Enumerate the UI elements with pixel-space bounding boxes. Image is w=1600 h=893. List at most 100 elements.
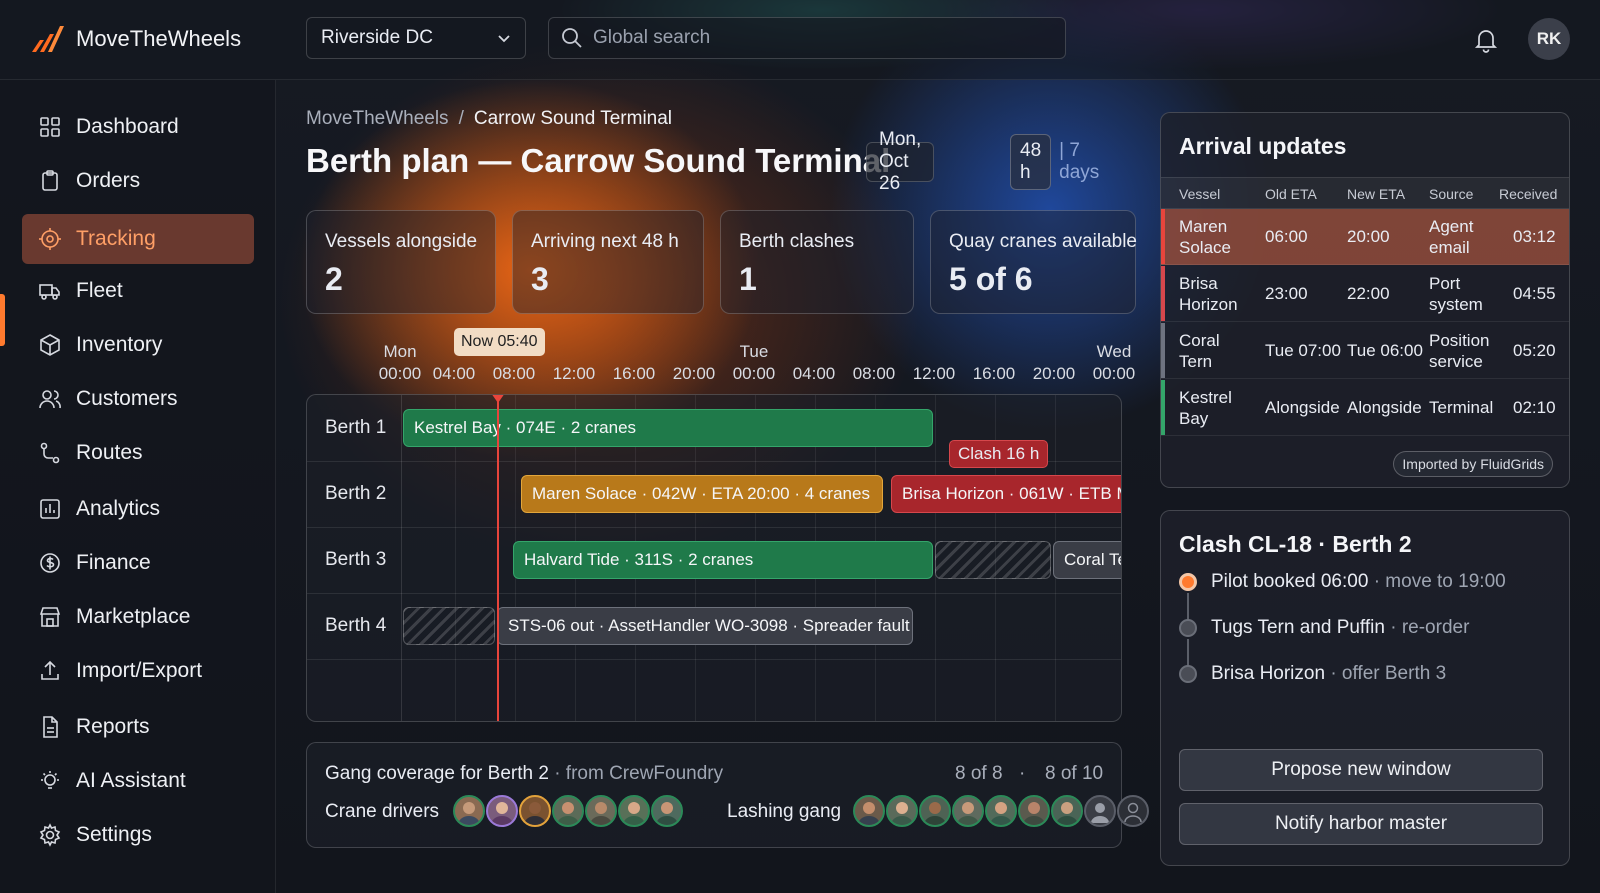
notify-harbor-master-button[interactable]: Notify harbor master (1179, 803, 1543, 845)
crane-driver-count: 8 of 8 (955, 763, 1003, 784)
crew-avatar[interactable] (618, 795, 650, 827)
search-input[interactable] (593, 27, 1033, 49)
sidebar-item-label: Tracking (76, 227, 156, 250)
kpi-arriving[interactable]: Arriving next 48 h 3 (512, 210, 704, 314)
clash-step-tugs[interactable]: Tugs Tern and Puffin · re-order (1179, 617, 1469, 639)
search-icon (562, 28, 582, 48)
empty-slot-avatar[interactable] (1117, 795, 1149, 827)
clash-title: Clash CL-18 · Berth 2 (1179, 531, 1412, 557)
vessel-bar-coral-tern[interactable]: Coral Tern (1053, 541, 1121, 579)
old-eta: 06:00 (1265, 227, 1308, 246)
sidebar-item-import-export[interactable]: Import/Export (22, 646, 254, 696)
table-header: Vessel Old ETA New ETA Source Received (1161, 177, 1569, 209)
arrival-updates-title: Arrival updates (1179, 133, 1347, 159)
table-row[interactable]: Kestrel Bay Alongside Alongside Terminal… (1161, 380, 1569, 436)
crew-avatar[interactable] (585, 795, 617, 827)
vessel-name-line1: Kestrel (1179, 388, 1232, 407)
clash-step-pilot[interactable]: Pilot booked 06:00 · move to 19:00 (1179, 571, 1506, 593)
col-received: Received (1499, 186, 1558, 202)
sidebar-item-label: Import/Export (76, 659, 203, 682)
sidebar-item-fleet[interactable]: Fleet (22, 266, 254, 316)
truck-icon (39, 284, 60, 300)
user-avatar[interactable]: RK (1528, 18, 1570, 60)
table-row[interactable]: Coral Tern Tue 07:00 Tue 06:00 Position … (1161, 323, 1569, 379)
col-vessel: Vessel (1179, 186, 1221, 202)
kpi-value: 5 of 6 (949, 261, 1033, 297)
sidebar-item-finance[interactable]: Finance (22, 538, 254, 588)
date-picker[interactable]: Mon, Oct 26 (866, 129, 935, 194)
sidebar-item-label: Analytics (76, 497, 161, 520)
day-label: Wed (1096, 342, 1132, 361)
gang-coverage-card: Gang coverage for Berth 2 · from CrewFou… (306, 742, 1149, 848)
crew-avatar[interactable] (886, 795, 918, 827)
sidebar-item-routes[interactable]: Routes (22, 428, 254, 478)
count-separator: · (1019, 763, 1026, 784)
crew-avatar[interactable] (853, 795, 885, 827)
berth-label-4: Berth 4 (325, 615, 387, 636)
vessel-bar-brisa-horizon[interactable]: Brisa Horizon · 061W · ETB Mon (891, 475, 1121, 513)
row-marker (1161, 266, 1165, 321)
range-7days[interactable]: | 7 days (1059, 140, 1099, 184)
sidebar-item-dashboard[interactable]: Dashboard (22, 102, 254, 152)
crew-avatar[interactable] (1018, 795, 1050, 827)
kpi-value: 2 (325, 261, 343, 297)
crew-avatar[interactable] (519, 795, 551, 827)
logo-icon (32, 26, 64, 52)
sidebar-item-inventory[interactable]: Inventory (22, 320, 254, 370)
crane-driver-avatars (453, 795, 684, 827)
site-select[interactable]: Riverside DC (306, 17, 526, 59)
kpi-vessels-alongside[interactable]: Vessels alongside 2 (306, 210, 496, 314)
new-eta: Tue 06:00 (1347, 341, 1423, 360)
crew-avatar[interactable] (952, 795, 984, 827)
global-search[interactable] (548, 17, 1066, 59)
crew-avatar[interactable] (1051, 795, 1083, 827)
clash-tag[interactable]: Clash 16 h (949, 440, 1049, 468)
maintenance-bar-sts-06[interactable]: STS-06 out · AssetHandler WO-3098 · Spre… (497, 607, 913, 645)
sidebar-item-orders[interactable]: Orders (22, 156, 254, 206)
tick-label: 04:00 (432, 364, 476, 383)
app-logo[interactable]: MoveTheWheels (30, 24, 241, 54)
crew-avatar[interactable] (919, 795, 951, 827)
blocked-window (935, 541, 1051, 579)
crew-avatar[interactable] (552, 795, 584, 827)
upload-icon (41, 660, 59, 680)
sidebar-item-label: Marketplace (76, 605, 191, 628)
sidebar-item-reports[interactable]: Reports (22, 702, 254, 752)
col-new-eta: New ETA (1347, 186, 1406, 202)
users-icon (39, 390, 61, 409)
table-row[interactable]: Maren Solace 06:00 20:00 Agent email 03:… (1161, 209, 1569, 265)
bell-icon[interactable] (1472, 26, 1500, 54)
gang-title-text: Gang coverage for Berth 2 (325, 763, 549, 784)
vessel-bar-kestrel-bay[interactable]: Kestrel Bay · 074E · 2 cranes (403, 409, 933, 447)
crew-avatar[interactable] (651, 795, 683, 827)
kpi-berth-clashes[interactable]: Berth clashes 1 (720, 210, 914, 314)
sidebar-item-marketplace[interactable]: Marketplace (22, 592, 254, 642)
tick-label: 20:00 (672, 364, 716, 383)
route-icon (40, 442, 60, 464)
tick-label: 16:00 (612, 364, 656, 383)
kpi-quay-cranes[interactable]: Quay cranes available 5 of 6 (930, 210, 1137, 314)
empty-slot-avatar[interactable] (1084, 795, 1116, 827)
clash-step-brisa[interactable]: Brisa Horizon · offer Berth 3 (1179, 663, 1446, 685)
sidebar-item-tracking[interactable]: Tracking (22, 214, 254, 264)
step-dot (1179, 665, 1197, 683)
vessel-bar-halvard-tide[interactable]: Halvard Tide · 311S · 2 cranes (513, 541, 933, 579)
breadcrumb-root[interactable]: MoveTheWheels (306, 108, 449, 129)
sidebar-item-ai-assistant[interactable]: AI Assistant (22, 756, 254, 806)
vessel-bar-maren-solace[interactable]: Maren Solace · 042W · ETA 20:00 · 4 cran… (521, 475, 883, 513)
crew-avatar[interactable] (985, 795, 1017, 827)
vessel-name-line1: Maren (1179, 217, 1228, 236)
berth-label-2: Berth 2 (325, 483, 387, 504)
sidebar-item-settings[interactable]: Settings (22, 810, 254, 860)
sidebar-item-label: Settings (76, 823, 152, 846)
table-row[interactable]: Brisa Horizon 23:00 22:00 Port system 04… (1161, 266, 1569, 322)
new-eta: Alongside (1347, 398, 1422, 417)
timeline-header: Now 05:40 Mon Tue Wed 00:00 04:00 08:00 … (306, 328, 1135, 390)
sidebar-item-customers[interactable]: Customers (22, 374, 254, 424)
sidebar-item-analytics[interactable]: Analytics (22, 484, 254, 534)
range-48h[interactable]: 48 h (1010, 134, 1052, 190)
propose-window-button[interactable]: Propose new window (1179, 749, 1543, 791)
crew-avatar[interactable] (486, 795, 518, 827)
crew-avatar[interactable] (453, 795, 485, 827)
page-title: Berth plan — Carrow Sound Terminal (306, 142, 891, 179)
